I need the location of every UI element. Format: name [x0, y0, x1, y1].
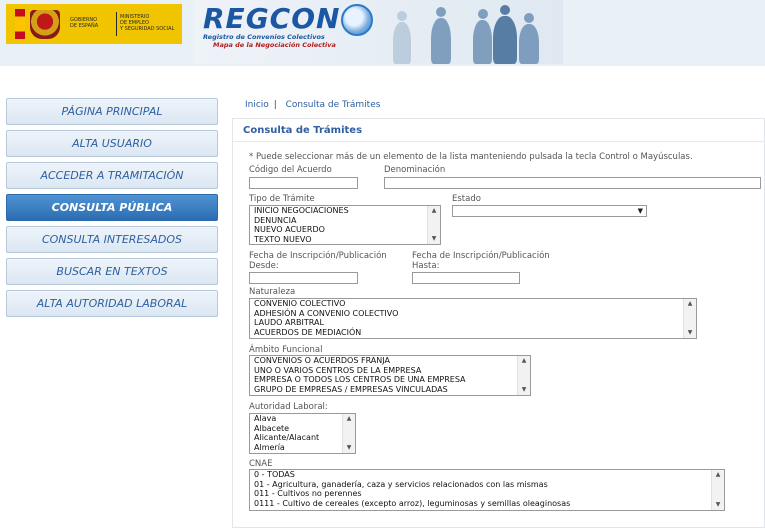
scrollbar[interactable]: ▲ ▼	[683, 299, 696, 338]
scrollbar[interactable]: ▲ ▼	[427, 206, 440, 244]
globe-icon	[341, 4, 373, 36]
person-silhouette-icon	[493, 5, 517, 64]
person-silhouette-icon	[473, 9, 492, 64]
scroll-up-icon[interactable]: ▲	[343, 414, 355, 424]
scroll-up-icon[interactable]: ▲	[428, 206, 440, 216]
ministry-text: MINISTERIO DE EMPLEO Y SEGURIDAD SOCIAL	[120, 14, 175, 32]
list-option[interactable]: INICIO NEGOCIACIONES	[250, 206, 440, 216]
list-option[interactable]: 0 - TODAS	[250, 470, 724, 480]
page-header: GOBIERNO DE ESPAÑA MINISTERIO DE EMPLEO …	[0, 0, 765, 66]
estado-label: Estado	[452, 194, 481, 204]
breadcrumb-current[interactable]: Consulta de Trámites	[286, 100, 381, 110]
nav-acceder-tramitacion[interactable]: ACCEDER A TRAMITACIÓN	[6, 162, 218, 189]
scrollbar[interactable]: ▲ ▼	[711, 470, 724, 510]
app-subtitle: Registro de Convenios Colectivos	[203, 33, 325, 41]
nav-consulta-interesados[interactable]: CONSULTA INTERESADOS	[6, 226, 218, 253]
search-form-panel: Consulta de Trámites * Puede seleccionar…	[232, 118, 765, 528]
denominacion-input[interactable]	[384, 177, 761, 189]
fecha-hasta-sublabel: Hasta:	[412, 261, 440, 271]
naturaleza-listbox[interactable]: CONVENIO COLECTIVO ADHESIÓN A CONVENIO C…	[249, 298, 697, 339]
list-option[interactable]: TEXTO NUEVO	[250, 235, 440, 244]
scroll-down-icon[interactable]: ▼	[518, 385, 530, 395]
breadcrumb: Inicio | Consulta de Trámites	[245, 100, 380, 110]
codigo-input[interactable]	[249, 177, 358, 189]
list-option[interactable]: CONVENIO COLECTIVO	[250, 299, 696, 309]
gov-left-text: GOBIERNO DE ESPAÑA	[70, 17, 99, 29]
list-option[interactable]: ACUERDOS DE MEDIACIÓN	[250, 328, 696, 338]
scroll-down-icon[interactable]: ▼	[684, 328, 696, 338]
list-option[interactable]: 0111 - Cultivo de cereales (excepto arro…	[250, 499, 724, 509]
estado-value	[453, 214, 456, 223]
app-subtitle-secondary: Mapa de la Negociación Colectiva	[213, 41, 336, 49]
fecha-hasta-label: Fecha de Inscripción/Publicación	[412, 251, 550, 261]
naturaleza-label: Naturaleza	[249, 287, 296, 297]
gov-divider	[116, 12, 117, 36]
cnae-label: CNAE	[249, 459, 273, 469]
panel-divider	[233, 141, 765, 142]
breadcrumb-home-link[interactable]: Inicio	[245, 100, 269, 110]
autoridad-listbox[interactable]: Alava Albacete Alicante/Alacant Almería …	[249, 413, 356, 454]
list-option[interactable]: LAUDO ARBITRAL	[250, 318, 696, 328]
fecha-desde-input[interactable]	[249, 272, 358, 284]
nav-buscar-textos[interactable]: BUSCAR EN TEXTOS	[6, 258, 218, 285]
breadcrumb-separator: |	[273, 100, 277, 110]
person-silhouette-icon	[519, 13, 539, 64]
list-option[interactable]: Alava	[250, 414, 355, 424]
regcon-banner[interactable]: REGCON Registro de Convenios Colectivos …	[193, 0, 563, 64]
list-option[interactable]: DENUNCIA	[250, 216, 440, 226]
coat-of-arms-icon	[30, 10, 60, 39]
nav-alta-usuario[interactable]: ALTA USUARIO	[6, 130, 218, 157]
ambito-label: Ámbito Funcional	[249, 345, 323, 355]
government-logo[interactable]: GOBIERNO DE ESPAÑA MINISTERIO DE EMPLEO …	[6, 4, 182, 44]
list-option[interactable]: 01 - Agricultura, ganadería, caza y serv…	[250, 480, 724, 490]
scroll-down-icon[interactable]: ▼	[343, 443, 355, 453]
person-silhouette-icon	[393, 11, 411, 64]
denominacion-label: Denominación	[384, 165, 446, 175]
fecha-desde-sublabel: Desde:	[249, 261, 279, 271]
list-option[interactable]: 011 - Cultivos no perennes	[250, 489, 724, 499]
estado-select[interactable]: ▼	[452, 205, 647, 217]
cnae-listbox[interactable]: 0 - TODAS 01 - Agricultura, ganadería, c…	[249, 469, 725, 511]
spain-flag-icon	[15, 9, 25, 39]
scroll-down-icon[interactable]: ▼	[428, 234, 440, 244]
scrollbar[interactable]: ▲ ▼	[517, 356, 530, 395]
tipo-tramite-label: Tipo de Trámite	[249, 194, 315, 204]
scroll-up-icon[interactable]: ▲	[684, 299, 696, 309]
scroll-up-icon[interactable]: ▲	[518, 356, 530, 366]
autoridad-label: Autoridad Laboral:	[249, 402, 328, 412]
ambito-listbox[interactable]: CONVENIOS O ACUERDOS FRANJA UNO O VARIOS…	[249, 355, 531, 396]
nav-alta-autoridad-laboral[interactable]: ALTA AUTORIDAD LABORAL	[6, 290, 218, 317]
app-title: REGCON	[203, 2, 341, 35]
list-option[interactable]: UNO O VARIOS CENTROS DE LA EMPRESA	[250, 366, 530, 376]
panel-title: Consulta de Trámites	[243, 125, 363, 136]
scroll-down-icon[interactable]: ▼	[712, 500, 724, 510]
list-option[interactable]: EMPRESA O TODOS LOS CENTROS DE UNA EMPRE…	[250, 375, 530, 385]
tipo-tramite-listbox[interactable]: INICIO NEGOCIACIONES DENUNCIA NUEVO ACUE…	[249, 205, 441, 245]
person-silhouette-icon	[431, 7, 451, 64]
nav-pagina-principal[interactable]: PÁGINA PRINCIPAL	[6, 98, 218, 125]
multiselect-note: * Puede seleccionar más de un elemento d…	[249, 152, 693, 162]
list-option[interactable]: ADHESIÓN A CONVENIO COLECTIVO	[250, 309, 696, 319]
list-option[interactable]: Almería	[250, 443, 355, 453]
nav-consulta-publica[interactable]: CONSULTA PÚBLICA	[6, 194, 218, 221]
list-option[interactable]: Albacete	[250, 424, 355, 434]
scrollbar[interactable]: ▲ ▼	[342, 414, 355, 453]
list-option[interactable]: GRUPO DE EMPRESAS / EMPRESAS VINCULADAS	[250, 385, 530, 395]
codigo-label: Código del Acuerdo	[249, 165, 332, 175]
fecha-hasta-input[interactable]	[412, 272, 520, 284]
list-option[interactable]: Alicante/Alacant	[250, 433, 355, 443]
list-option[interactable]: NUEVO ACUERDO	[250, 225, 440, 235]
fecha-desde-label: Fecha de Inscripción/Publicación	[249, 251, 387, 261]
list-option[interactable]: CONVENIOS O ACUERDOS FRANJA	[250, 356, 530, 366]
chevron-down-icon: ▼	[637, 207, 643, 215]
scroll-up-icon[interactable]: ▲	[712, 470, 724, 480]
